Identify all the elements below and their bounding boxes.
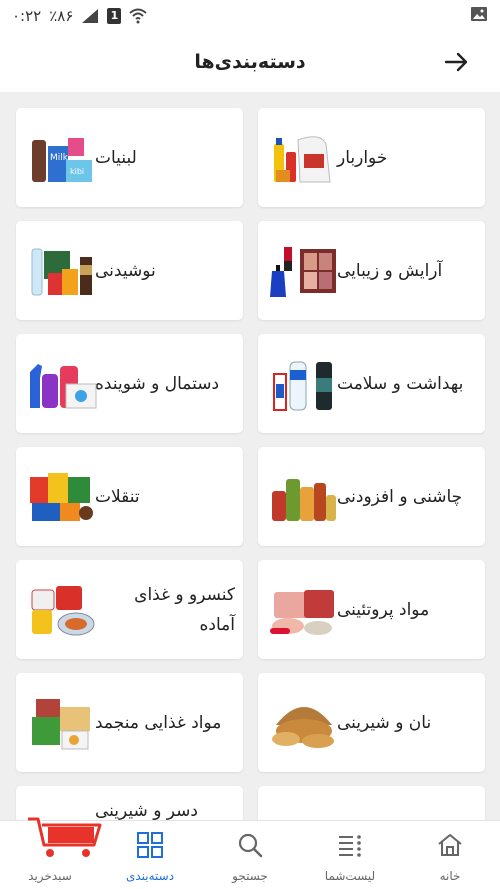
- protein-image: [268, 582, 340, 640]
- svg-text:Milk: Milk: [50, 153, 69, 163]
- category-card-protein[interactable]: مواد پروتئینی: [258, 560, 485, 659]
- nav-list-label: لیست‌شما: [324, 869, 376, 883]
- category-grid: خواربار لبنیات Milk kibi آرایش و زیبایی …: [0, 92, 500, 820]
- nav-categories-label: دسته‌بندی: [125, 869, 175, 883]
- category-label: لبنیات: [95, 147, 137, 168]
- status-bar: ۰:۲۲ ٪۸۶ 1: [0, 0, 500, 32]
- category-label: مواد غذایی منجمد: [95, 712, 222, 733]
- dairy-image: Milk kibi: [26, 130, 98, 188]
- nav-cart-label: سبدخرید: [28, 869, 72, 883]
- category-label: خواربار: [337, 147, 388, 168]
- beverages-image: [26, 243, 98, 301]
- back-arrow-icon[interactable]: [442, 48, 470, 76]
- app-header: دسته‌بندی‌ها: [0, 32, 500, 92]
- sim-badge: 1: [107, 8, 122, 24]
- status-time: ۰:۲۲: [12, 7, 42, 25]
- category-label: نان و شیرینی: [337, 712, 432, 733]
- signal-icon: [81, 8, 99, 24]
- gallery-notification-icon: [470, 6, 488, 26]
- category-card-dairy[interactable]: لبنیات Milk kibi: [16, 108, 243, 207]
- frozen-food-image: [26, 695, 98, 753]
- bread-pastry-image: [268, 695, 340, 753]
- category-label: [337, 786, 477, 820]
- battery-level: ٪۸۶: [49, 7, 74, 25]
- nav-home[interactable]: خانه: [400, 821, 500, 889]
- category-label: آرایش و زیبایی: [337, 260, 443, 281]
- category-label: بهداشت و سلامت: [337, 373, 464, 394]
- category-card-cosmetics[interactable]: آرایش و زیبایی: [258, 221, 485, 320]
- condiments-image: [268, 469, 340, 527]
- category-card-hygiene[interactable]: بهداشت و سلامت: [258, 334, 485, 433]
- snacks-image: [26, 469, 98, 527]
- cosmetics-image: [268, 243, 340, 301]
- more-category-image: [268, 808, 340, 820]
- bottom-navigation: خانه لیست‌شما جستجو: [0, 817, 500, 889]
- tissue-detergent-image: [26, 356, 98, 414]
- hygiene-image: [268, 356, 340, 414]
- category-card-snacks[interactable]: تنقلات: [16, 447, 243, 546]
- list-icon: [336, 831, 364, 859]
- category-card-frozen-food[interactable]: مواد غذایی منجمد: [16, 673, 243, 772]
- nav-categories[interactable]: دسته‌بندی: [100, 821, 200, 889]
- category-label: نوشیدنی: [95, 260, 156, 281]
- nav-home-label: خانه: [439, 869, 461, 883]
- category-card-groceries[interactable]: خواربار: [258, 108, 485, 207]
- nav-search[interactable]: جستجو: [200, 821, 300, 889]
- category-card-canned-food[interactable]: کنسرو و غذای آماده: [16, 560, 243, 659]
- canned-food-image: [26, 582, 98, 640]
- category-card-bread-pastry[interactable]: نان و شیرینی: [258, 673, 485, 772]
- home-icon: [436, 831, 464, 859]
- nav-search-label: جستجو: [232, 869, 268, 883]
- category-label: دسر و شیرینی: [95, 801, 198, 820]
- category-card-beverages[interactable]: نوشیدنی: [16, 221, 243, 320]
- category-label: مواد پروتئینی: [337, 599, 430, 620]
- cart-icon: [24, 811, 108, 859]
- grid-icon: [136, 831, 164, 859]
- status-left: ۰:۲۲ ٪۸۶ 1: [12, 7, 148, 25]
- search-icon: [236, 831, 264, 859]
- category-card-tissue-detergent[interactable]: دستمال و شوینده: [16, 334, 243, 433]
- category-label: دستمال و شوینده: [95, 373, 220, 394]
- category-card-more[interactable]: [258, 786, 485, 820]
- category-label: چاشنی و افزودنی: [337, 486, 463, 507]
- category-label: تنقلات: [95, 486, 140, 507]
- category-label: کنسرو و غذای آماده: [134, 584, 235, 635]
- nav-list[interactable]: لیست‌شما: [300, 821, 400, 889]
- groceries-image: [268, 130, 340, 188]
- page-title: دسته‌بندی‌ها: [194, 51, 306, 73]
- svg-text:kibi: kibi: [70, 167, 84, 176]
- wifi-icon: [129, 8, 148, 24]
- nav-cart[interactable]: سبدخرید: [0, 817, 102, 889]
- category-card-condiments[interactable]: چاشنی و افزودنی: [258, 447, 485, 546]
